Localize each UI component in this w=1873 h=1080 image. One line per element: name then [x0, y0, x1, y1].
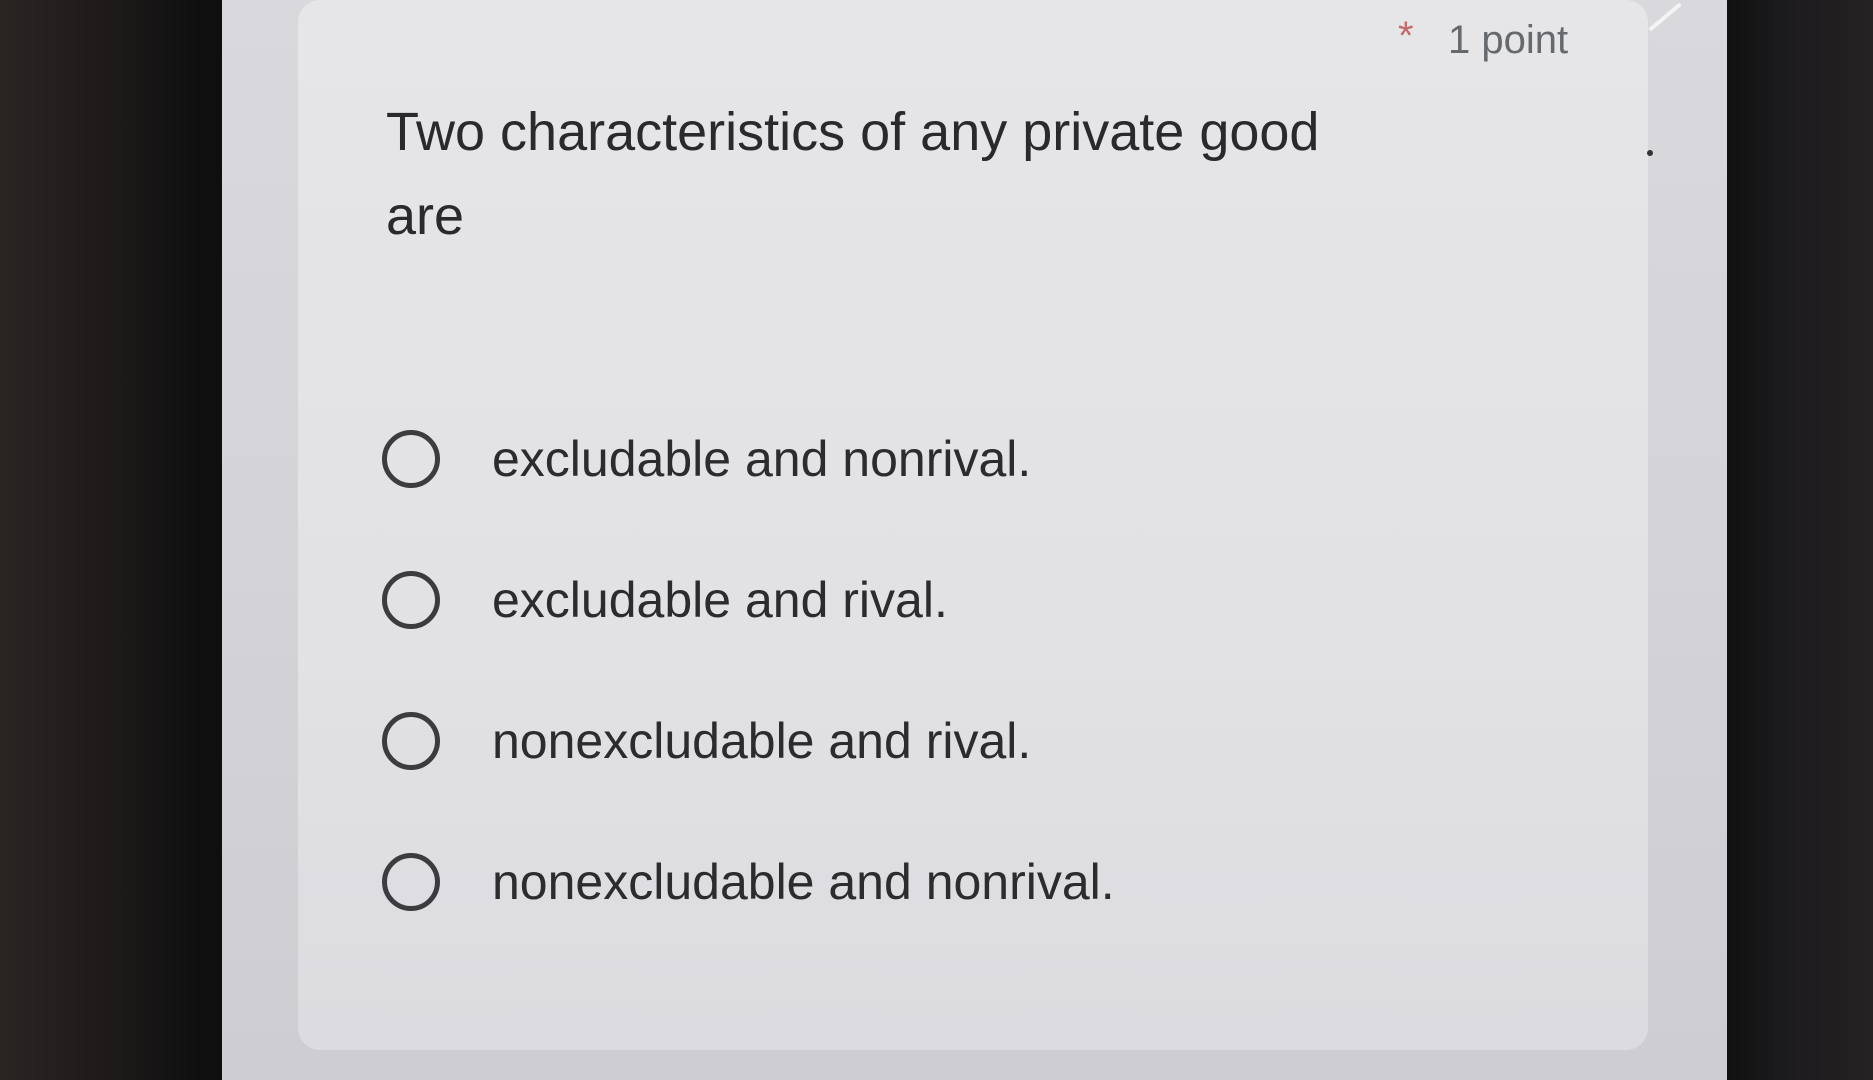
option-label[interactable]: nonexcludable and rival.: [492, 712, 1031, 770]
radio-unchecked-icon[interactable]: [382, 570, 440, 629]
question-line-1: Two characteristics of any private good: [386, 102, 1320, 162]
option-label[interactable]: nonexcludable and nonrival.: [492, 853, 1115, 911]
option-label[interactable]: excludable and nonrival.: [492, 430, 1031, 488]
question-text: Two characteristics of any private good …: [386, 90, 1436, 258]
option-nonexcludable-nonrival[interactable]: nonexcludable and nonrival.: [382, 852, 1582, 994]
points-label: 1 point: [1448, 18, 1569, 62]
radio-unchecked-icon[interactable]: [382, 852, 440, 911]
option-label[interactable]: excludable and rival.: [492, 571, 948, 629]
option-excludable-nonrival[interactable]: excludable and nonrival.: [382, 429, 1582, 571]
required-star-icon: *: [1398, 14, 1414, 58]
radio-unchecked-icon[interactable]: [382, 711, 440, 770]
question-line-2: are: [386, 186, 465, 246]
options-list: excludable and nonrival. excludable and …: [382, 429, 1582, 994]
radio-unchecked-icon[interactable]: [382, 429, 440, 488]
option-excludable-rival[interactable]: excludable and rival.: [382, 570, 1582, 712]
option-nonexcludable-rival[interactable]: nonexcludable and rival.: [382, 711, 1582, 853]
screen-dot: [1647, 150, 1653, 156]
